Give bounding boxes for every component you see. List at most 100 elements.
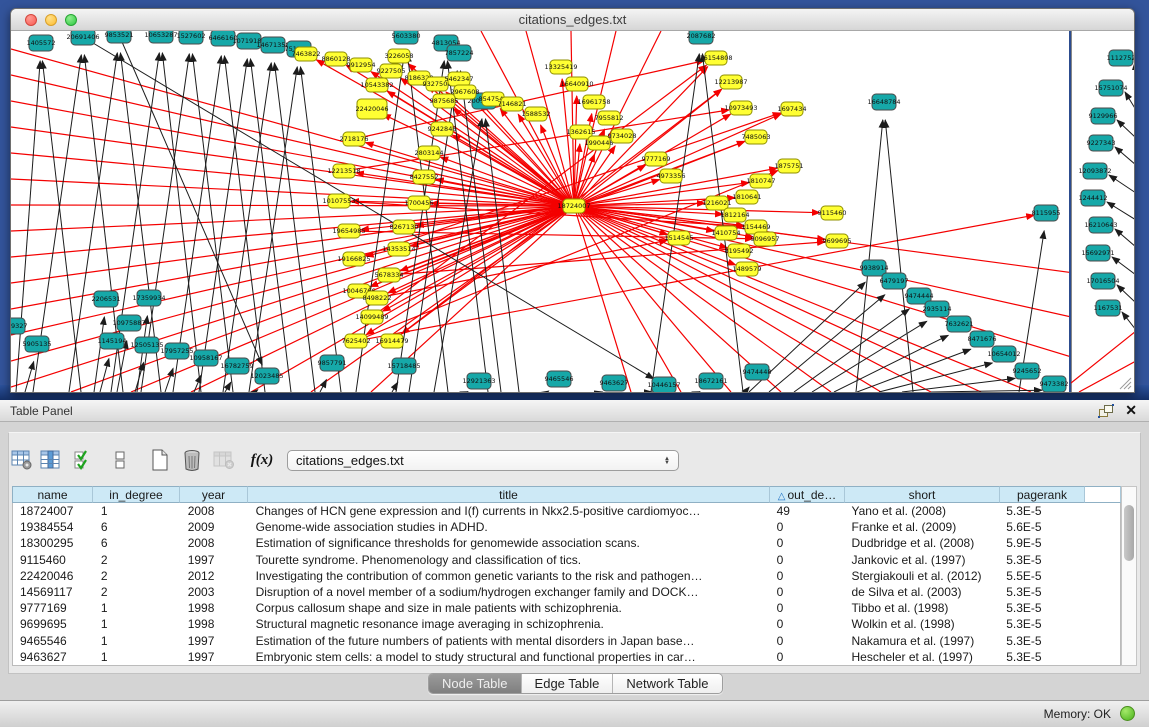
graph-edge[interactable] xyxy=(377,240,667,298)
cell-filler xyxy=(1084,600,1120,616)
table-row[interactable]: 946362711997Embryonic stem cells: a mode… xyxy=(13,649,1120,665)
graph-edge[interactable] xyxy=(100,359,109,392)
graph-edge[interactable] xyxy=(11,206,574,257)
tab-node-table[interactable]: Node Table xyxy=(429,674,522,693)
table-row[interactable]: 911546021997Tourette syndrome. Phenomeno… xyxy=(13,552,1120,568)
table-scrollbar[interactable] xyxy=(1121,486,1137,666)
background-network-window[interactable]: 1112752157510749129966922734312093872124… xyxy=(1069,31,1134,392)
cell-title: Estimation of the future numbers of pati… xyxy=(249,633,770,649)
graph-edge[interactable] xyxy=(11,206,574,283)
graph-edge[interactable] xyxy=(574,206,820,213)
modify-table-icon[interactable] xyxy=(8,446,36,474)
create-new-table-icon[interactable] xyxy=(146,446,174,474)
graph-edge[interactable] xyxy=(485,119,519,392)
table-select-dropdown[interactable]: citations_edges.txt ▲▼ xyxy=(287,450,679,471)
graph-edge[interactable] xyxy=(931,390,1042,392)
column-header-year[interactable]: year xyxy=(180,486,248,503)
table-row[interactable]: 2242004622012Investigating the contribut… xyxy=(13,568,1120,584)
graph-edge[interactable] xyxy=(354,61,704,139)
cell-year: 1997 xyxy=(181,649,249,665)
cell-pagerank: 5.3E-5 xyxy=(999,503,1084,519)
graph-edge[interactable] xyxy=(274,63,315,392)
graph-edge[interactable] xyxy=(119,35,262,365)
graph-node-label: 1410754 xyxy=(712,229,741,237)
table-row[interactable]: 969969511998Structural magnetic resonanc… xyxy=(13,616,1120,632)
cell-out_de: 0 xyxy=(770,649,845,665)
graph-edge[interactable] xyxy=(25,362,34,392)
graph-edge[interactable] xyxy=(11,153,574,206)
close-panel-icon[interactable]: ✕ xyxy=(1125,402,1137,419)
graph-edge[interactable] xyxy=(225,382,231,392)
network-window-titlebar[interactable]: citations_edges.txt xyxy=(11,9,1134,31)
graph-edge xyxy=(1125,92,1134,110)
cell-short: Dudbridge et al. (2008) xyxy=(844,535,999,551)
cell-filler xyxy=(1084,568,1120,584)
table-row[interactable]: 946554611997Estimation of the future num… xyxy=(13,633,1120,649)
graph-edge[interactable] xyxy=(794,309,909,392)
cell-title: Investigating the contribution of common… xyxy=(249,568,770,584)
column-header-pagerank[interactable]: pagerank xyxy=(1000,486,1085,503)
graph-node-label: 1167531 xyxy=(1094,304,1123,312)
background-graph: 1112752157510749129966922734312093872124… xyxy=(1071,31,1134,392)
cell-in_degree: 6 xyxy=(94,535,181,551)
table-body: 1872400712008Changes of HCN gene express… xyxy=(12,503,1121,666)
graph-node-label: 9473382 xyxy=(1040,380,1069,388)
table-row[interactable]: 1830029562008Estimation of significance … xyxy=(13,535,1120,551)
graph-edge[interactable] xyxy=(249,67,297,392)
cell-short: Nakamura et al. (1997) xyxy=(844,633,999,649)
graph-edge[interactable] xyxy=(745,387,749,392)
graph-edge[interactable] xyxy=(574,206,831,392)
function-builder-icon[interactable]: f(x) xyxy=(248,446,276,474)
cell-out_de: 0 xyxy=(770,535,845,551)
cell-short: Yano et al. (2008) xyxy=(844,503,999,519)
graph-node-label: 5678334 xyxy=(375,271,404,279)
graph-edge[interactable] xyxy=(199,59,247,392)
graph-node-label: 15751074 xyxy=(1094,84,1127,92)
graph-node-label: 9474444 xyxy=(905,292,934,300)
column-header-out_de[interactable]: △out_de… xyxy=(770,486,845,503)
graph-node-label: 2206531 xyxy=(92,295,121,303)
graph-edge[interactable] xyxy=(320,380,326,392)
table-row[interactable]: 977716911998Corpus callosum shape and si… xyxy=(13,600,1120,616)
graph-edge[interactable] xyxy=(11,127,574,206)
resize-grip-icon[interactable] xyxy=(1118,376,1132,390)
delete-table-icon[interactable] xyxy=(178,446,206,474)
graph-node-label: 1810747 xyxy=(747,177,776,185)
cell-title: Corpus callosum shape and size in male p… xyxy=(249,600,770,616)
citation-graph[interactable]: 1405572206914069853521106532871527602646… xyxy=(11,31,1134,392)
tab-edge-table[interactable]: Edge Table xyxy=(522,674,614,693)
graph-edge[interactable] xyxy=(165,368,173,392)
clear-row-selection-icon[interactable] xyxy=(106,446,134,474)
cell-out_de: 0 xyxy=(770,552,845,568)
graph-node-label: 9474448 xyxy=(743,368,772,376)
network-canvas[interactable]: 1405572206914069853521106532871527602646… xyxy=(11,31,1134,392)
cell-name: 9777169 xyxy=(13,600,94,616)
cell-pagerank: 5.9E-5 xyxy=(999,535,1084,551)
graph-edge[interactable] xyxy=(574,206,1134,331)
float-panel-icon[interactable] xyxy=(1097,403,1115,419)
select-all-rows-icon[interactable] xyxy=(70,446,98,474)
cell-title: Changes of HCN gene expression and I(f) … xyxy=(249,503,770,519)
column-header-name[interactable]: name xyxy=(12,486,93,503)
column-header-title[interactable]: title xyxy=(248,486,770,503)
table-row[interactable]: 1938455462009Genome-wide association stu… xyxy=(13,519,1120,535)
import-table-icon[interactable] xyxy=(210,446,238,474)
column-header-short[interactable]: short xyxy=(845,486,1000,503)
graph-edge[interactable] xyxy=(574,206,731,392)
graph-node-label: 9912954 xyxy=(347,61,376,69)
table-row[interactable]: 1872400712008Changes of HCN gene express… xyxy=(13,503,1120,519)
graph-node-label: 19654985 xyxy=(332,227,365,235)
graph-edge[interactable] xyxy=(547,391,549,392)
column-header-in_degree[interactable]: in_degree xyxy=(93,486,180,503)
cell-title: Disruption of a novel member of a sodium… xyxy=(249,584,770,600)
cell-out_de: 0 xyxy=(770,616,845,632)
table-row[interactable]: 1456911722003Disruption of a novel membe… xyxy=(13,584,1120,600)
graph-edge[interactable] xyxy=(885,120,913,392)
table-select-value: citations_edges.txt xyxy=(296,453,404,468)
cell-out_de: 0 xyxy=(770,519,845,535)
memory-status-indicator[interactable] xyxy=(1120,706,1135,721)
graph-node-label: 8195492 xyxy=(725,247,754,255)
scrollbar-thumb[interactable] xyxy=(1124,505,1134,561)
show-columns-icon[interactable] xyxy=(36,446,64,474)
tab-network-table[interactable]: Network Table xyxy=(613,674,721,693)
